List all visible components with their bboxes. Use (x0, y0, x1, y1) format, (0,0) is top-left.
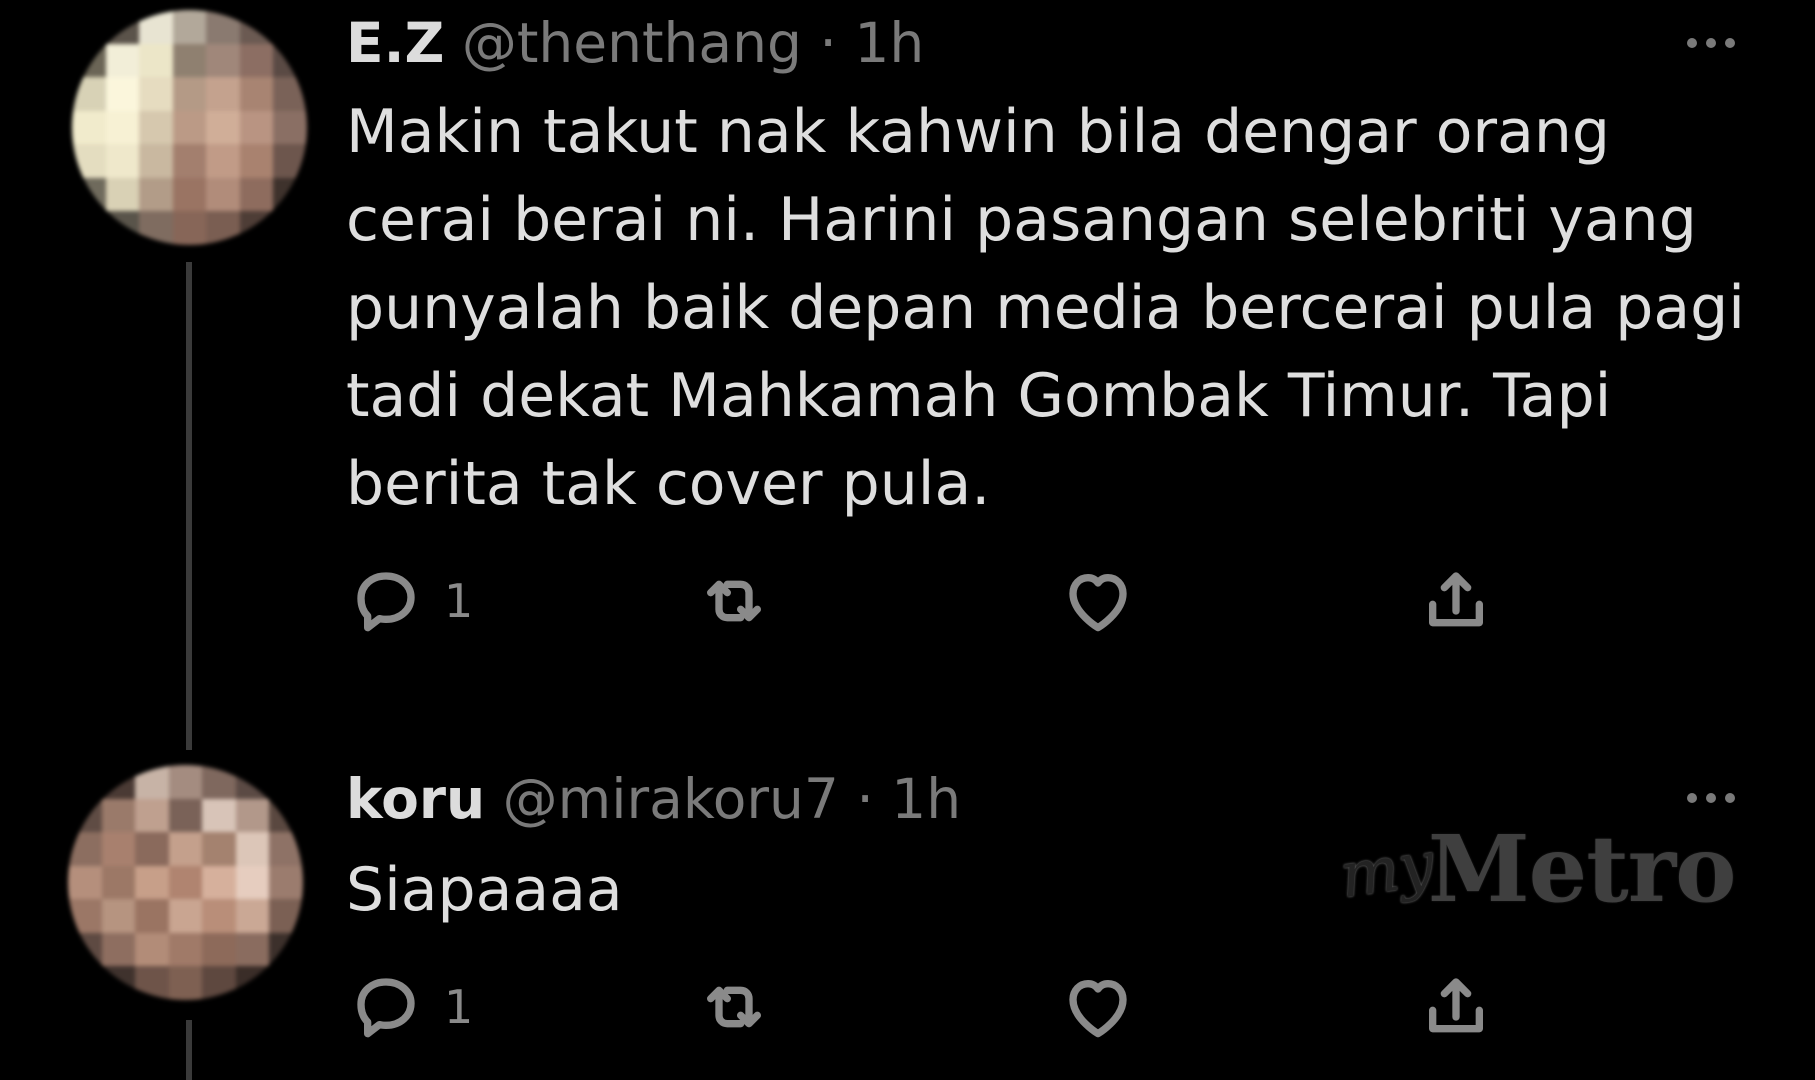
avatar[interactable] (72, 10, 307, 245)
tweet-header: E.Z @thenthang · 1h (346, 12, 924, 74)
retweet-icon (707, 580, 761, 622)
reply-icon (357, 572, 415, 632)
reply-count: 1 (444, 574, 474, 628)
thread-line (186, 1020, 192, 1080)
separator: · (819, 11, 837, 75)
tweet-text: Makin takut nak kahwin bila dengar orang… (346, 97, 1745, 519)
retweet-button[interactable] (694, 962, 774, 1052)
watermark-my: my (1335, 826, 1439, 912)
tweet-header: koru @mirakoru7 · 1h (346, 768, 961, 830)
reply-icon (357, 978, 415, 1038)
timestamp[interactable]: 1h (854, 11, 924, 75)
more-options-icon[interactable] (1687, 38, 1735, 48)
share-icon (1429, 978, 1483, 1033)
username[interactable]: @thenthang (462, 11, 802, 75)
mymetro-watermark: my Metro (1335, 815, 1737, 923)
thread-line (186, 262, 192, 750)
display-name[interactable]: E.Z (346, 11, 444, 75)
separator: · (856, 767, 874, 831)
tweet-actions: 1 (346, 962, 1526, 1052)
like-icon (1069, 980, 1127, 1038)
like-button[interactable] (1058, 962, 1138, 1052)
share-button[interactable] (1416, 962, 1496, 1052)
watermark-brand: Metro (1427, 815, 1737, 923)
retweet-icon (707, 986, 761, 1028)
like-button[interactable] (1058, 556, 1138, 646)
share-button[interactable] (1416, 556, 1496, 646)
more-options-icon[interactable] (1687, 793, 1735, 803)
timestamp[interactable]: 1h (891, 767, 961, 831)
username[interactable]: @mirakoru7 (503, 767, 839, 831)
retweet-button[interactable] (694, 556, 774, 646)
display-name[interactable]: koru (346, 767, 485, 831)
like-icon (1069, 574, 1127, 632)
tweet-actions: 1 (346, 556, 1526, 646)
reply-button[interactable]: 1 (346, 962, 473, 1052)
avatar[interactable] (68, 765, 303, 1000)
reply-button[interactable]: 1 (346, 556, 473, 646)
reply-count: 1 (444, 980, 474, 1034)
share-icon (1429, 572, 1483, 627)
